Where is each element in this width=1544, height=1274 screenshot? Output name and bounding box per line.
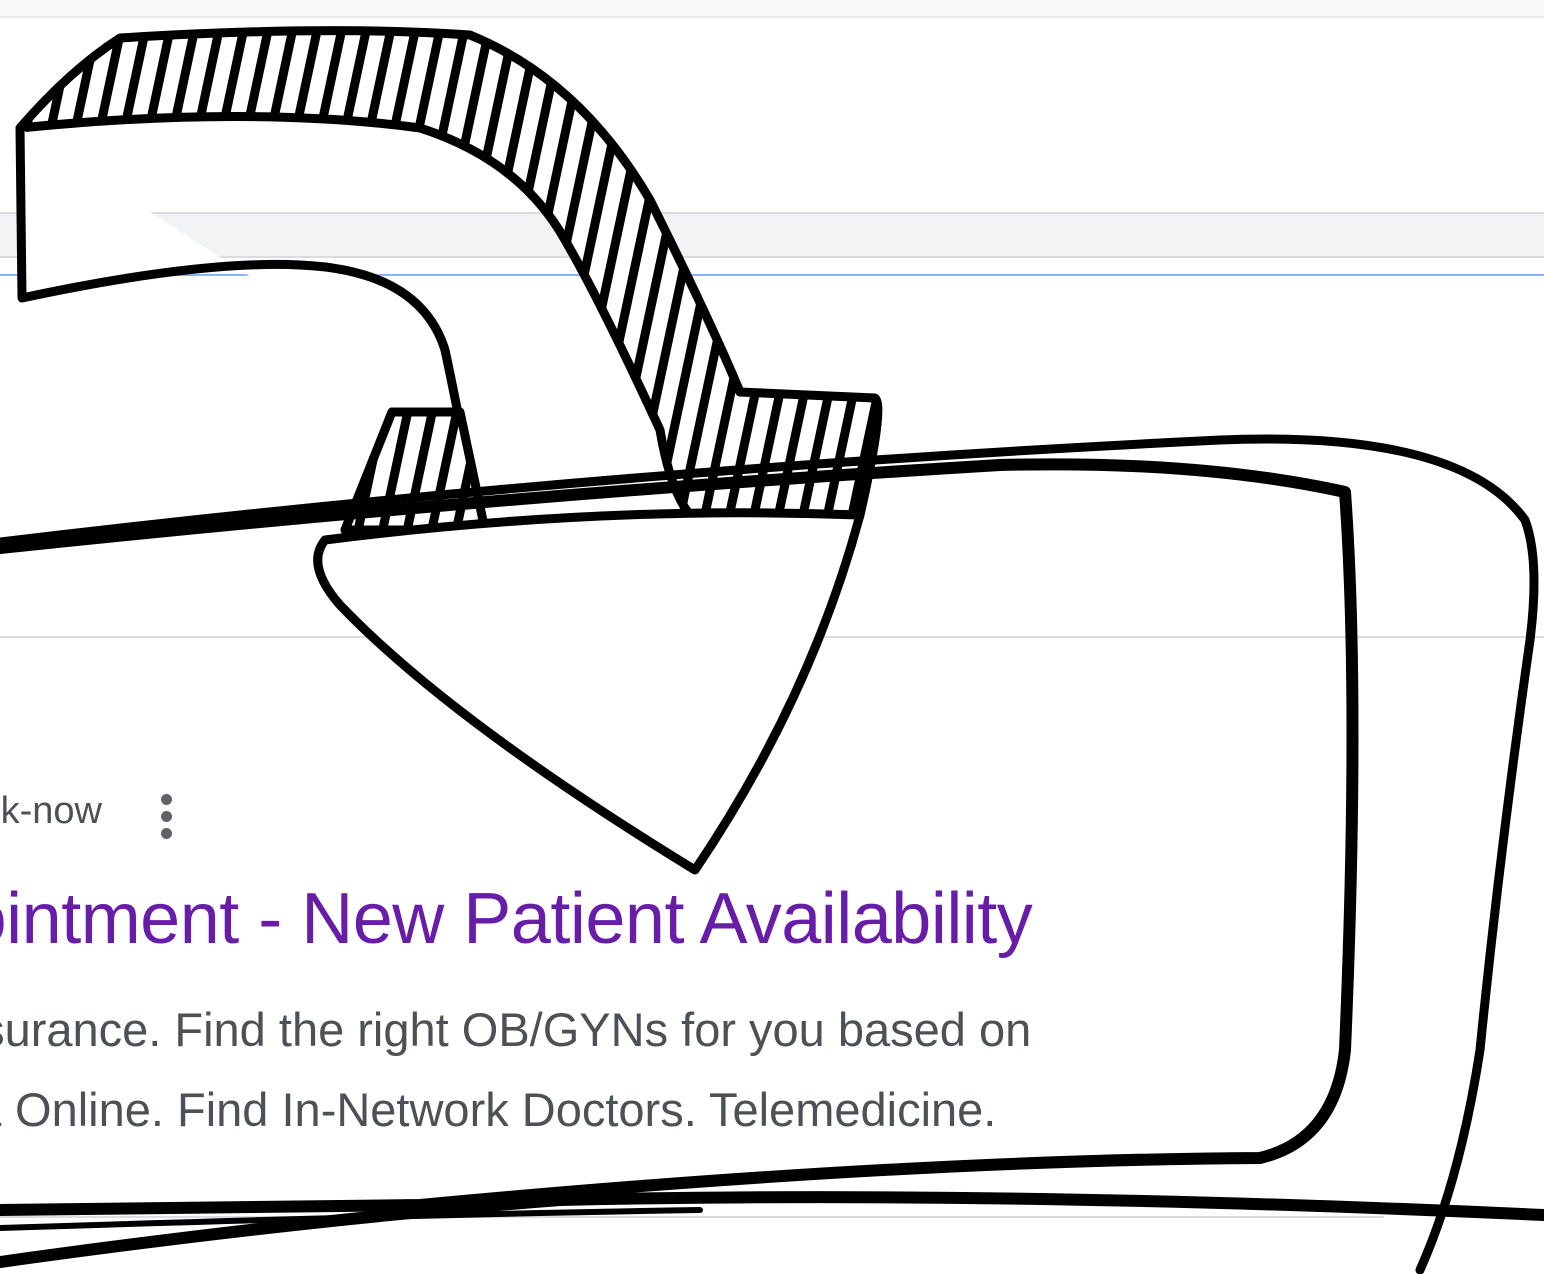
search-result: k-now Appointment - New Patient Availabi… xyxy=(0,780,1540,1136)
search-results-page: k-now Appointment - New Patient Availabi… xyxy=(0,0,1544,1274)
result-url-row: k-now xyxy=(0,780,1540,850)
result-url[interactable]: k-now xyxy=(0,790,102,833)
three-dot-vertical-icon[interactable] xyxy=(156,794,176,840)
section-divider xyxy=(0,636,1544,638)
active-tab-underline xyxy=(0,274,1544,276)
snippet-line-2: erson & Online. Find In-Network Doctors.… xyxy=(0,1083,997,1136)
browser-top-strip xyxy=(0,0,1544,18)
snippet-line-1: your insurance. Find the right OB/GYNs f… xyxy=(0,1003,1032,1056)
curved-arrow-icon xyxy=(15,26,883,875)
result-divider xyxy=(0,1216,1384,1218)
result-title-link[interactable]: Appointment - New Patient Availability xyxy=(0,878,1033,960)
result-snippet: your insurance. Find the right OB/GYNs f… xyxy=(0,990,1031,1150)
search-toolbar-band xyxy=(0,212,1544,258)
